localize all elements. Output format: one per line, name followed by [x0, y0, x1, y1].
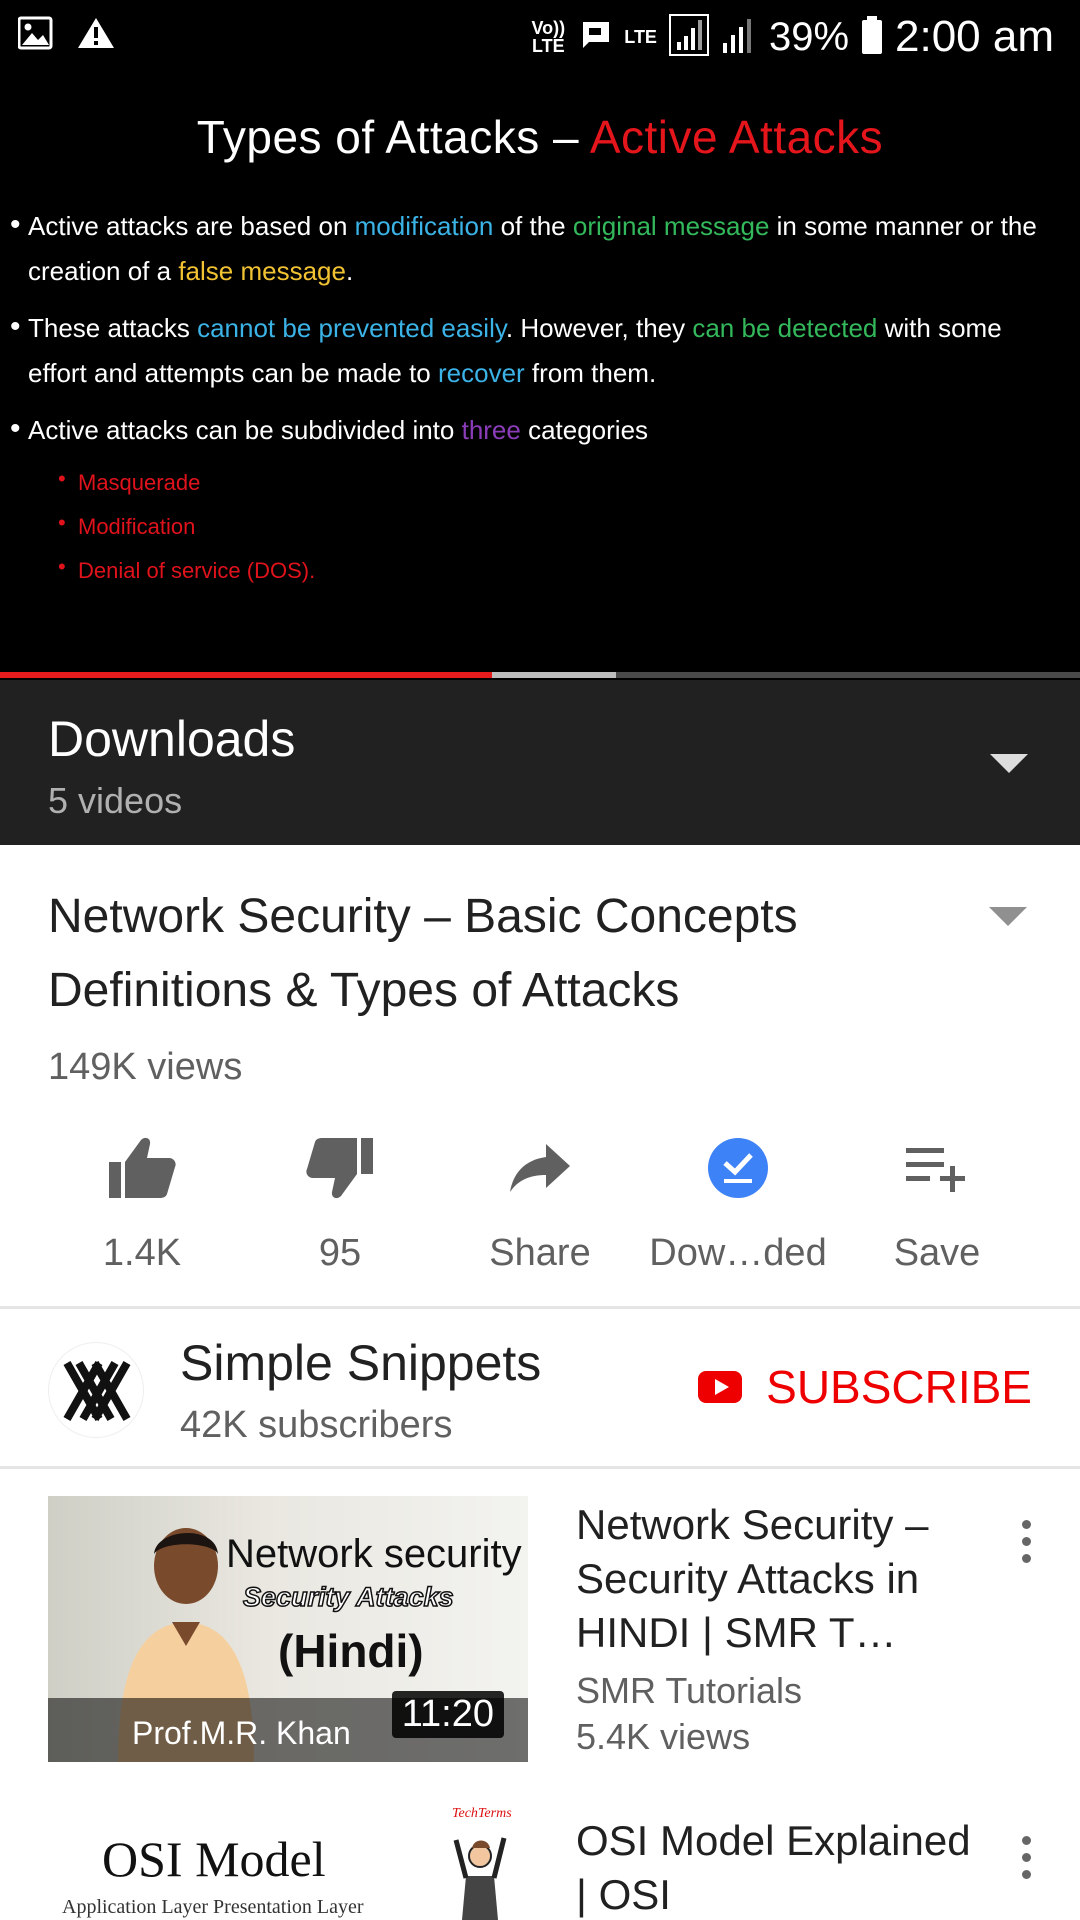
slide-bullet: Active attacks can be subdivided into th… [10, 406, 1050, 453]
related-video-title[interactable]: Network Security – Security Attacks in H… [576, 1498, 976, 1660]
dislike-button[interactable]: 95 [240, 1128, 440, 1275]
thumbnail-brand: TechTerms [452, 1806, 512, 1821]
attack-categories: Masquerade Modification Denial of servic… [58, 457, 1050, 593]
battery-percent: 39% [768, 14, 850, 59]
video-progress-bar[interactable] [0, 672, 1080, 678]
signal-strength-2-icon [721, 15, 757, 60]
more-options-icon[interactable] [1018, 1520, 1034, 1563]
youtube-logo-icon [698, 1371, 743, 1403]
volte-indicator: Vo)) LTE [531, 18, 566, 56]
thumbnail-author: Prof.M.R. Khan [132, 1715, 351, 1751]
subscribe-button[interactable]: SUBSCRIBE [698, 1360, 1032, 1414]
thumbs-up-icon [42, 1128, 242, 1208]
like-button[interactable]: 1.4K [42, 1128, 242, 1275]
signal-strength-icon [668, 13, 709, 61]
related-video-channel: SMR Tutorials [576, 1670, 803, 1711]
downloaded-button[interactable]: Dow…ded [638, 1128, 838, 1275]
share-icon [440, 1128, 640, 1208]
like-count: 1.4K [102, 1232, 182, 1274]
message-notification-icon [580, 19, 612, 56]
played-progress [0, 672, 493, 678]
add-to-playlist-icon [837, 1128, 1037, 1208]
save-button[interactable]: Save [837, 1128, 1037, 1275]
battery-icon [861, 15, 883, 60]
expand-playlist-icon[interactable] [990, 754, 1028, 773]
thumbnail-text: (Hindi) [278, 1625, 424, 1677]
related-video-thumbnail[interactable]: Network security Security Attacks (Hindi… [48, 1496, 528, 1762]
thumbnail-text: Security Attacks [242, 1581, 454, 1613]
video-player[interactable]: Vo)) LTE LTE 39% 2:00 am Types of Attacks… [0, 0, 1080, 680]
lte-indicator: LTE [624, 27, 657, 47]
expand-description-icon[interactable] [989, 907, 1027, 926]
clock: 2:00 am [895, 12, 1054, 61]
gallery-notification-icon [17, 16, 54, 55]
warning-icon [76, 16, 116, 55]
related-video-thumbnail[interactable]: OSI Model Application Layer Presentation… [48, 1806, 528, 1920]
category-item: Modification [58, 501, 1050, 549]
view-count: 149K views [48, 1046, 243, 1088]
divider [0, 1306, 1080, 1309]
downloaded-check-icon [638, 1128, 838, 1208]
thumbnail-text: OSI Model [102, 1831, 326, 1887]
save-label: Save [893, 1232, 981, 1274]
status-bar: Vo)) LTE LTE 39% 2:00 am [0, 0, 1080, 72]
video-title: Network Security – Basic Concepts Defini… [48, 890, 798, 1017]
channel-name[interactable]: Simple Snippets [180, 1334, 541, 1392]
dislike-count: 95 [318, 1232, 362, 1274]
share-button[interactable]: Share [440, 1128, 640, 1275]
subscriber-count: 42K subscribers [180, 1404, 453, 1446]
slide-title: Types of Attacks – Active Attacks [196, 111, 884, 163]
playlist-title: Downloads [48, 711, 296, 767]
thumbs-down-icon [240, 1128, 440, 1208]
slide-bullet: These attacks cannot be prevented easily… [10, 304, 1050, 396]
channel-avatar[interactable] [48, 1342, 144, 1438]
video-duration: 11:20 [391, 1691, 504, 1738]
related-video-title[interactable]: OSI Model Explained | OSI [576, 1814, 976, 1920]
thumbnail-text: Application Layer Presentation Layer [62, 1896, 364, 1918]
downloaded-label: Dow…ded [649, 1232, 827, 1274]
more-options-icon[interactable] [1018, 1836, 1034, 1879]
divider [0, 1466, 1080, 1469]
video-actions: 1.4K 95 Share Dow…ded Save [42, 1128, 1042, 1274]
category-item: Masquerade [58, 457, 1050, 505]
playlist-count: 5 videos [48, 780, 183, 821]
related-video-views: 5.4K views [576, 1716, 751, 1757]
subscribe-label: SUBSCRIBE [766, 1361, 1032, 1413]
downloads-playlist-header[interactable]: Downloads 5 videos [0, 680, 1080, 845]
share-label: Share [489, 1232, 591, 1274]
slide-bullet: Active attacks are based on modification… [10, 202, 1050, 294]
video-frame: Types of Attacks – Active Attacks Active… [0, 72, 1080, 672]
cartoon-figure-image [453, 1837, 507, 1920]
category-item: Denial of service (DOS). [58, 545, 1050, 593]
thumbnail-text: Network security [226, 1532, 522, 1576]
slide-body: Active attacks are based on modification… [10, 202, 1050, 593]
